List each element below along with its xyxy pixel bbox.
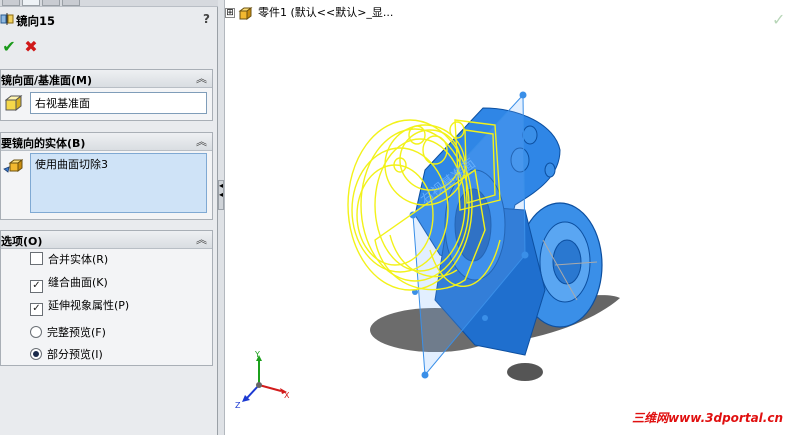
feature-title: 镜向15 xyxy=(16,14,56,28)
property-manager-tab[interactable] xyxy=(22,0,40,6)
blue-body xyxy=(544,162,556,178)
blue-body xyxy=(522,125,538,145)
collapse-panel-handle[interactable]: ◂ ◂ xyxy=(218,180,224,210)
checkbox-box[interactable]: ✓ xyxy=(30,303,43,316)
plane-handle xyxy=(521,251,529,259)
bodies-list[interactable]: 使用曲面切除3 xyxy=(30,153,207,213)
mirror-plane-field[interactable]: 右视基准面 xyxy=(30,92,207,114)
view-triad: Y X Z xyxy=(235,350,290,410)
display-manager-tab[interactable] xyxy=(62,0,80,6)
property-manager-panel: 镜向15 ? ✔ ✖ 镜向面/基准面(M) ︽ 右视基准面 要镜向的实体(B) … xyxy=(0,0,218,435)
collapse-icon[interactable]: ︽ xyxy=(196,70,207,86)
propagate-visual-checkbox[interactable]: ✓ 延伸视象属性(P) xyxy=(30,298,130,316)
checkbox-box[interactable]: ✓ xyxy=(30,280,43,293)
plane-handle xyxy=(519,91,527,99)
z-axis-label: Z xyxy=(235,401,241,410)
panel-splitter[interactable]: ◂ ◂ xyxy=(218,0,225,435)
collapse-icon[interactable]: ︽ xyxy=(196,133,207,149)
x-axis-label: X xyxy=(284,391,290,400)
model-shadow xyxy=(507,363,543,381)
bodies-group-label: 要镜向的实体(B) xyxy=(1,137,86,150)
mirror-face-group-label: 镜向面/基准面(M) xyxy=(1,74,93,87)
bodies-group: 要镜向的实体(B) ︽ 使用曲面切除3 xyxy=(0,132,213,220)
mirror-feature-icon xyxy=(0,12,14,26)
body-icon xyxy=(3,159,24,180)
mirror-face-group: 镜向面/基准面(M) ︽ 右视基准面 xyxy=(0,69,213,121)
options-group-header[interactable]: 选项(O) ︽ xyxy=(1,231,212,249)
propagate-visual-label: 延伸视象属性(P) xyxy=(48,299,130,312)
collapse-icon[interactable]: ︽ xyxy=(196,231,207,247)
partial-preview-radio[interactable]: 部分预览(I) xyxy=(30,347,103,363)
graphics-viewport[interactable]: ⊞ 零件1 (默认<<默认>_显... ✓ 右视基准面 Y X Z 三维网www… xyxy=(225,0,789,435)
options-group: 选项(O) ︽ 合并实体(R) ✓ 缝合曲面(K) ✓ 延伸视象属性(P) 完整预览… xyxy=(0,230,213,366)
radio-button[interactable] xyxy=(30,348,42,360)
cancel-button[interactable]: ✖ xyxy=(22,38,40,56)
ok-button[interactable]: ✔ xyxy=(0,38,18,56)
y-axis-label: Y xyxy=(254,350,260,359)
full-preview-radio[interactable]: 完整预览(F) xyxy=(30,325,106,341)
knit-surfaces-checkbox[interactable]: ✓ 缝合曲面(K) xyxy=(30,275,108,293)
partial-preview-label: 部分预览(I) xyxy=(47,348,103,361)
merge-bodies-checkbox[interactable]: 合并实体(R) xyxy=(30,252,108,268)
bodies-group-header[interactable]: 要镜向的实体(B) ︽ xyxy=(1,133,212,151)
configuration-manager-tab[interactable] xyxy=(42,0,60,6)
checkbox-box[interactable] xyxy=(30,252,43,265)
merge-bodies-label: 合并实体(R) xyxy=(48,253,109,266)
options-group-label: 选项(O) xyxy=(1,235,43,248)
help-button[interactable]: ? xyxy=(203,12,210,26)
plane-handle xyxy=(482,315,488,321)
blue-body xyxy=(552,239,582,285)
feature-manager-tab[interactable] xyxy=(2,0,20,6)
ok-cancel-bar: ✔ ✖ xyxy=(0,38,60,56)
model-graphics: 右视基准面 Y X Z xyxy=(235,91,620,410)
full-preview-label: 完整预览(F) xyxy=(47,326,106,339)
feature-header: 镜向15 ? xyxy=(0,10,214,30)
mirror-face-group-header[interactable]: 镜向面/基准面(M) ︽ xyxy=(1,70,212,88)
knit-surfaces-label: 缝合曲面(K) xyxy=(48,276,108,289)
site-watermark: 三维网www.3dportal.cn xyxy=(632,411,783,425)
plane-handle xyxy=(421,371,429,379)
plane-icon xyxy=(4,94,23,114)
panel-tab-strip xyxy=(0,0,218,7)
radio-button[interactable] xyxy=(30,326,42,338)
